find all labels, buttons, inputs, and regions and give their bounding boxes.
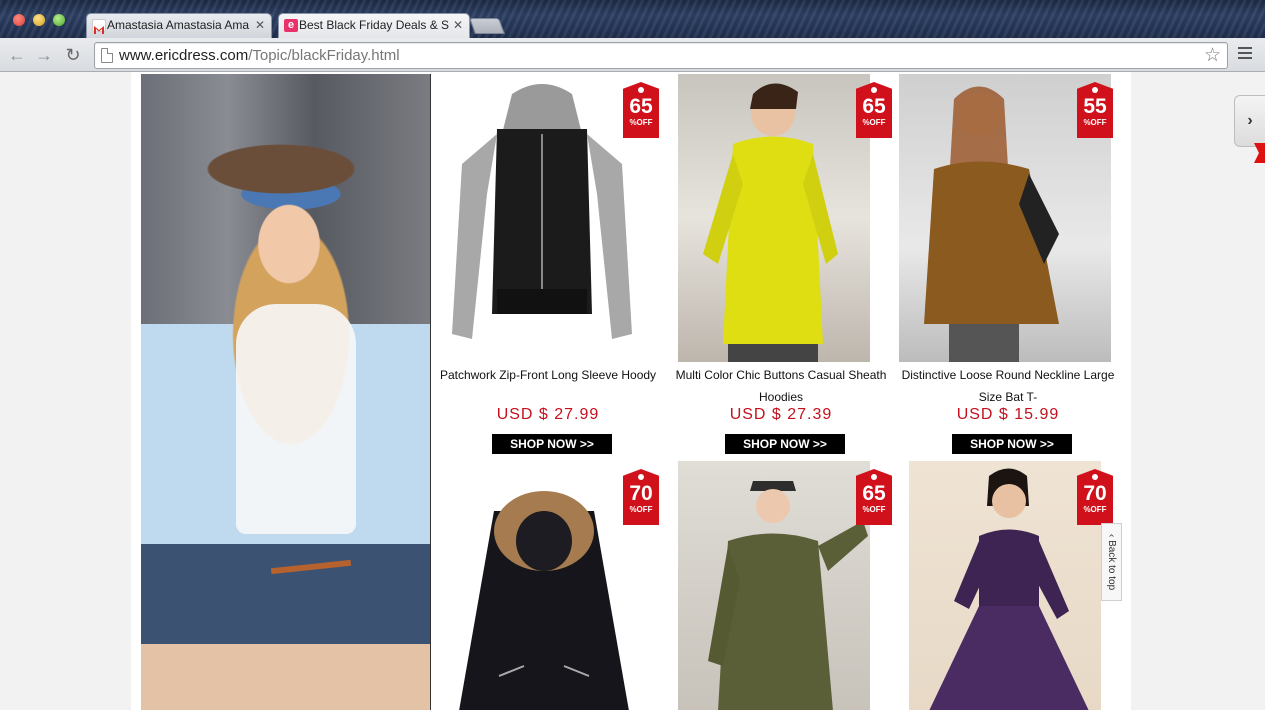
url-domain: www.ericdress.com xyxy=(119,47,249,64)
gmail-icon xyxy=(92,19,106,34)
page-content: 65 %OFF Patchwork Zip-Front Long Sleeve … xyxy=(131,72,1131,710)
shop-now-button[interactable]: SHOP NOW >> xyxy=(725,434,845,454)
window-close-button[interactable] xyxy=(13,14,25,26)
product-image[interactable] xyxy=(449,461,639,710)
tab-title: Best Black Friday Deals & S xyxy=(299,18,449,32)
reload-icon[interactable]: ↻ xyxy=(62,44,84,66)
ericdress-icon: e xyxy=(284,19,298,32)
page-icon xyxy=(101,48,113,63)
discount-tag: 55 %OFF xyxy=(1077,82,1113,138)
product-price: USD $ 15.99 xyxy=(956,406,1060,423)
discount-value: 65 xyxy=(862,95,886,118)
address-bar[interactable]: www.ericdress.com/Topic/blackFriday.html… xyxy=(94,42,1228,69)
browser-titlebar: Amastasia Amastasia Ama ✕ e Best Black F… xyxy=(0,0,1265,38)
browser-toolbar: ← → ↻ www.ericdress.com/Topic/blackFrida… xyxy=(0,38,1265,72)
bookmark-star-icon[interactable]: ☆ xyxy=(1204,44,1221,67)
hamburger-menu-icon[interactable] xyxy=(1238,47,1252,61)
back-to-top-label: ‹ Back to top xyxy=(1106,533,1117,591)
hero-shirt-shape xyxy=(236,304,356,534)
discount-label: %OFF xyxy=(629,118,653,127)
shop-now-button[interactable]: SHOP NOW >> xyxy=(492,434,612,454)
shop-now-button[interactable]: SHOP NOW >> xyxy=(952,434,1072,454)
olive-sweater-illustration xyxy=(708,481,868,710)
product-name[interactable]: Distinctive Loose Round Neckline Large S… xyxy=(897,364,1119,408)
forward-arrow-icon[interactable]: → xyxy=(33,44,55,66)
discount-value: 70 xyxy=(1083,482,1107,505)
discount-value: 65 xyxy=(862,482,886,505)
window-minimize-button[interactable] xyxy=(33,14,45,26)
tab-close-icon[interactable]: ✕ xyxy=(453,14,463,37)
hero-model-image[interactable] xyxy=(141,74,431,710)
discount-tag: 70 %OFF xyxy=(623,469,659,525)
tab-title: Amastasia Amastasia Ama xyxy=(107,18,250,32)
yellow-hoodie-illustration xyxy=(703,83,838,362)
hoody-illustration xyxy=(452,84,632,339)
discount-value: 55 xyxy=(1083,95,1107,118)
purple-dress-illustration xyxy=(929,468,1089,710)
discount-label: %OFF xyxy=(1083,118,1107,127)
product-price: USD $ 27.99 xyxy=(496,406,600,423)
window-zoom-button[interactable] xyxy=(53,14,65,26)
product-name[interactable]: Multi Color Chic Buttons Casual Sheath H… xyxy=(670,364,892,408)
discount-value: 65 xyxy=(629,95,653,118)
discount-label: %OFF xyxy=(1083,505,1107,514)
discount-value: 70 xyxy=(629,482,653,505)
page-viewport: 65 %OFF Patchwork Zip-Front Long Sleeve … xyxy=(0,72,1265,710)
product-image[interactable] xyxy=(678,74,870,362)
product-price: USD $ 27.39 xyxy=(729,406,833,423)
back-arrow-icon[interactable]: ← xyxy=(6,44,28,66)
browser-tab-gmail[interactable]: Amastasia Amastasia Ama ✕ xyxy=(86,13,272,38)
new-tab-button[interactable] xyxy=(469,18,505,34)
hero-belt-shape xyxy=(270,559,352,575)
product-image[interactable] xyxy=(678,461,870,710)
fur-collar-coat-illustration xyxy=(459,491,629,710)
product-name[interactable]: Patchwork Zip-Front Long Sleeve Hoody xyxy=(437,364,659,386)
url-path: /Topic/blackFriday.html xyxy=(248,47,400,64)
side-panel-tab[interactable]: › xyxy=(1234,95,1265,147)
discount-label: %OFF xyxy=(862,505,886,514)
discount-label: %OFF xyxy=(862,118,886,127)
discount-tag: 65 %OFF xyxy=(856,469,892,525)
product-image[interactable] xyxy=(442,74,642,362)
browser-tab-ericdress[interactable]: e Best Black Friday Deals & S ✕ xyxy=(278,13,470,38)
url-text: www.ericdress.com/Topic/blackFriday.html xyxy=(119,47,400,64)
product-image[interactable] xyxy=(909,461,1101,710)
back-to-top-button[interactable]: ‹ Back to top xyxy=(1101,523,1122,601)
discount-label: %OFF xyxy=(629,505,653,514)
chevron-right-icon: › xyxy=(1247,112,1253,129)
discount-tag: 70 %OFF xyxy=(1077,469,1113,525)
tab-close-icon[interactable]: ✕ xyxy=(255,14,265,37)
discount-tag: 65 %OFF xyxy=(856,82,892,138)
discount-tag: 65 %OFF xyxy=(623,82,659,138)
back-to-top-text: Back to top xyxy=(1106,540,1117,591)
